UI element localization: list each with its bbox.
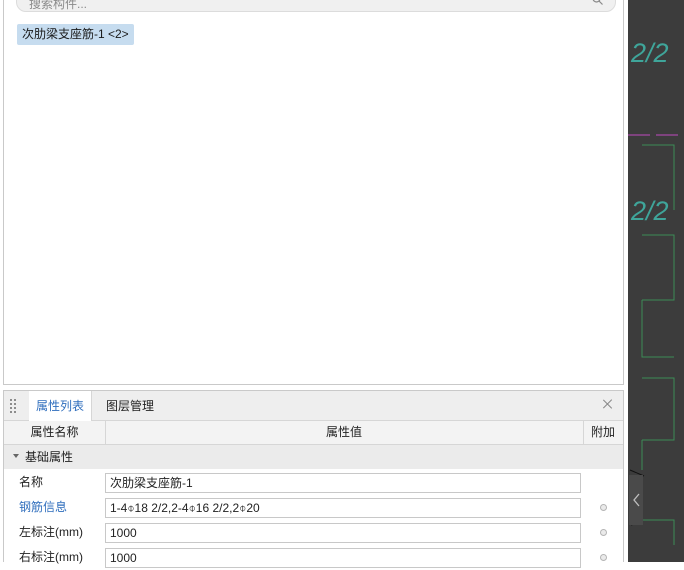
- left-panel: 搜索构件... 次肋梁支座筋-1 <2> 属性列表 图层管理 属性名称 属性值 …: [0, 0, 628, 568]
- tab-layer-management[interactable]: 图层管理: [99, 391, 161, 421]
- cad-dimension-label: 2/2: [630, 196, 669, 226]
- property-row: 左标注(mm) 1000: [4, 520, 623, 545]
- extra-radio[interactable]: [600, 529, 607, 536]
- property-name: 名称: [19, 475, 44, 489]
- cad-dimension-label: 2/2: [630, 38, 669, 68]
- property-value-field[interactable]: 1-4⌽18 2/2,2-4⌽16 2/2,2⌽20: [105, 498, 581, 518]
- property-row: 钢筋信息 1-4⌽18 2/2,2-4⌽16 2/2,2⌽20: [4, 495, 623, 520]
- search-placeholder: 搜索构件...: [29, 0, 88, 11]
- cad-canvas[interactable]: 2/2 2/2: [628, 0, 684, 562]
- search-input[interactable]: 搜索构件...: [16, 0, 616, 12]
- column-header-extra: 附加: [590, 425, 615, 439]
- property-value-field[interactable]: 1000: [105, 523, 581, 543]
- column-header-name: 属性名称: [4, 421, 106, 444]
- panel-collapse-handle[interactable]: [629, 475, 643, 525]
- component-list: 搜索构件... 次肋梁支座筋-1 <2>: [3, 0, 624, 385]
- property-row: 名称 次肋梁支座筋-1: [4, 470, 623, 495]
- property-row: 右标注(mm) 1000: [4, 545, 623, 570]
- table-header: 属性名称 属性值 附加: [4, 421, 623, 445]
- close-icon[interactable]: [601, 397, 615, 411]
- property-panel: 属性列表 图层管理 属性名称 属性值 附加 基础属性 名称 次肋梁支座筋-1 钢…: [3, 390, 624, 568]
- property-name: 左标注(mm): [19, 525, 83, 539]
- group-label: 基础属性: [25, 450, 74, 464]
- extra-radio[interactable]: [600, 504, 607, 511]
- property-name: 钢筋信息: [19, 500, 68, 514]
- column-header-value: 属性值: [105, 421, 584, 444]
- drag-handle-icon[interactable]: [10, 399, 18, 413]
- tab-property-list[interactable]: 属性列表: [29, 391, 93, 421]
- collapse-triangle-icon[interactable]: [13, 454, 19, 458]
- property-value-field[interactable]: 次肋梁支座筋-1: [105, 473, 581, 493]
- property-name: 右标注(mm): [19, 550, 83, 564]
- group-row-basic[interactable]: 基础属性: [4, 445, 623, 469]
- search-icon[interactable]: [592, 0, 603, 5]
- property-tabbar: 属性列表 图层管理: [4, 391, 623, 421]
- extra-radio[interactable]: [600, 554, 607, 561]
- property-value-field[interactable]: 1000: [105, 548, 581, 568]
- component-item[interactable]: 次肋梁支座筋-1 <2>: [17, 24, 134, 45]
